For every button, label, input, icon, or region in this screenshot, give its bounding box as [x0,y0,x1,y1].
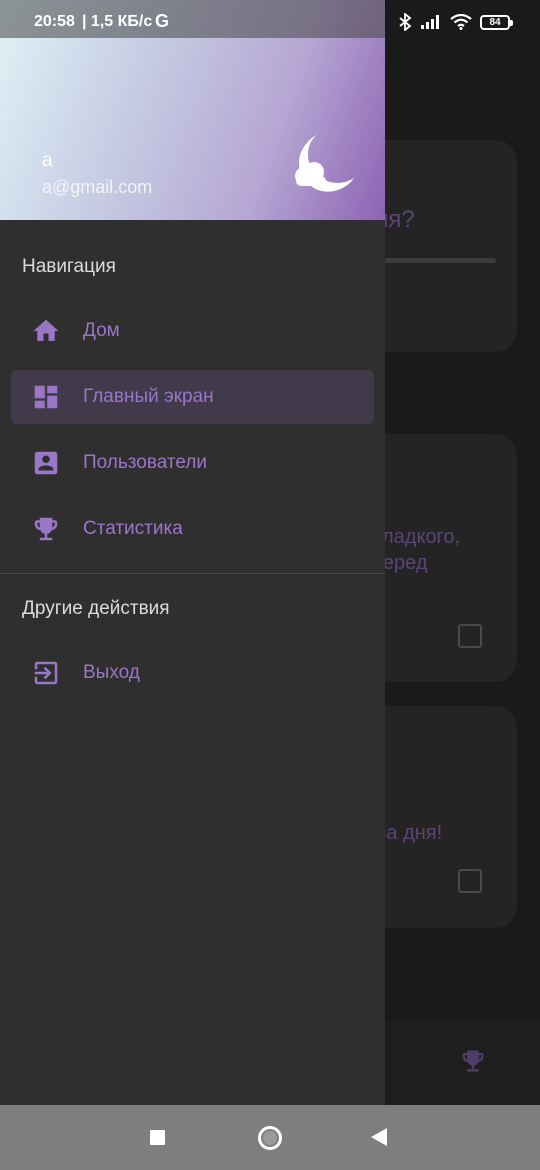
status-icons: 84 [398,12,513,32]
trophy-icon [31,514,61,544]
back-button[interactable] [371,1128,387,1146]
background-card-3-text: ва дня! [376,822,443,844]
battery-icon: 84 [480,14,513,30]
home-button[interactable] [258,1126,282,1150]
divider [0,573,385,574]
account-box-icon [31,448,61,478]
home-icon [31,316,61,346]
trophy-icon [462,1050,484,1072]
status-network-speed: | 1,5 КБ/с [82,13,153,30]
moon-cloud-icon [295,134,354,192]
background-card-2-line1: сладкого, [372,526,461,548]
nav-item-main-screen[interactable]: Главный экран [11,370,374,424]
background-checkbox-1 [458,624,482,648]
nav-item-label: Выход [83,662,140,683]
user-name: a [42,150,53,171]
nav-item-label: Статистика [83,518,183,539]
nav-item-users[interactable]: Пользователи [11,436,374,490]
nav-item-label: Дом [83,320,120,341]
logout-icon [31,658,61,688]
nav-item-home[interactable]: Дом [11,304,374,358]
status-time: 20:58 [34,13,75,30]
section-title-navigation: Навигация [22,256,116,277]
google-icon: G [155,11,170,31]
dashboard-icon [31,382,61,412]
nav-item-statistics[interactable]: Статистика [11,502,374,556]
wifi-icon [450,14,472,30]
nav-item-label: Главный экран [83,386,214,407]
background-progress-bar [385,258,496,263]
user-email: a@gmail.com [42,177,153,197]
navigation-drawer: a a@gmail.com Навигация Дом Главный экра… [0,0,385,1105]
status-bar: 20:58 | 1,5 КБ/с G 84 [0,0,540,38]
signal-icon [421,15,439,29]
recent-apps-button[interactable] [150,1130,165,1145]
nav-item-logout[interactable]: Выход [11,646,374,700]
background-checkbox-2 [458,869,482,893]
bluetooth-icon [399,13,412,31]
section-title-other-actions: Другие действия [22,598,170,619]
nav-item-label: Пользователи [83,452,208,473]
